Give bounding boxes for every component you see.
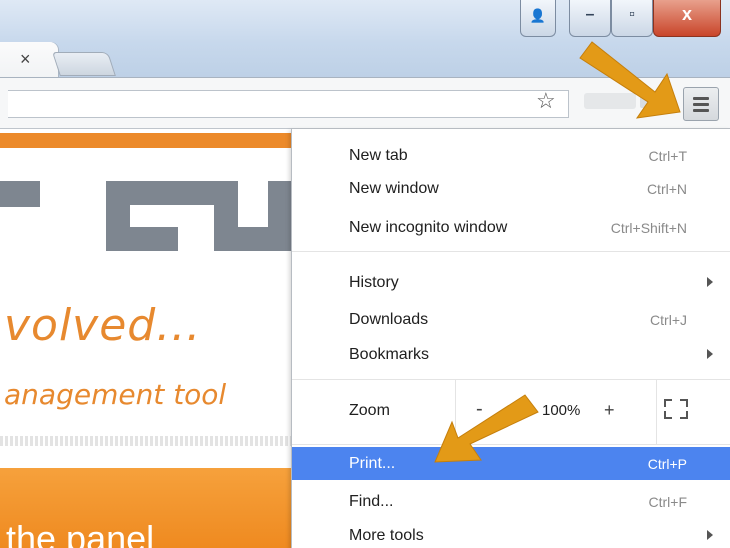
arrow-to-menu-button-icon (579, 41, 681, 119)
browser-window: × 👤 – ▫ x ☆ volved... anagement tool the… (0, 0, 730, 548)
annotation-arrows (434, 41, 681, 463)
arrow-to-print-icon (434, 394, 539, 463)
